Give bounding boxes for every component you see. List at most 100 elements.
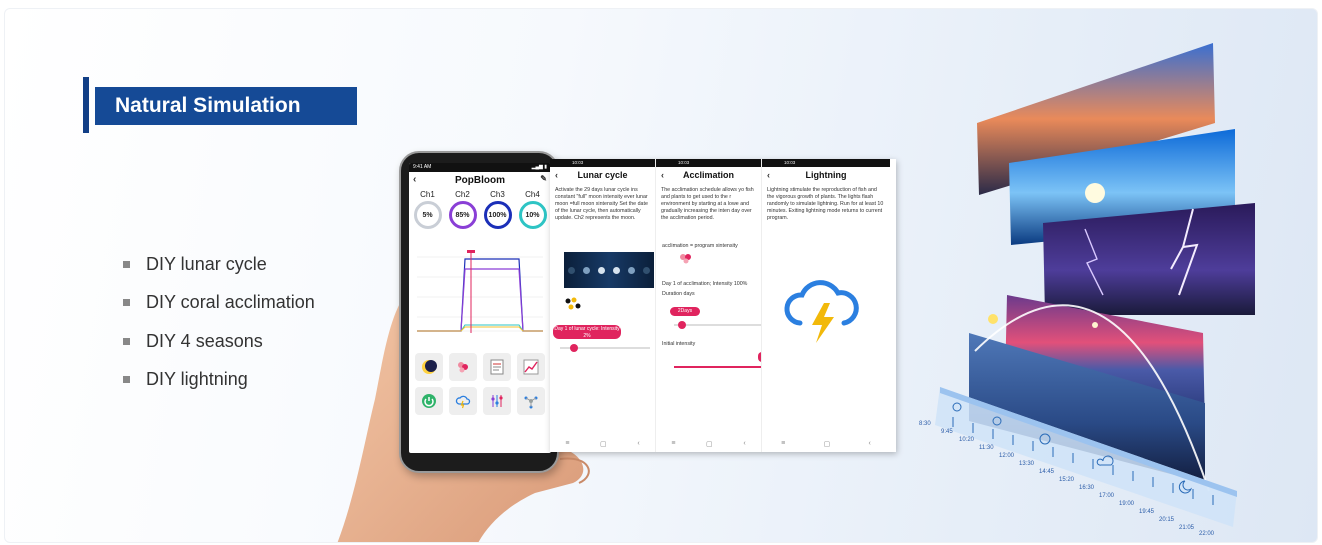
duration-slider-track[interactable] <box>674 324 761 326</box>
home-icon[interactable]: ▢ <box>600 440 607 448</box>
back-icon[interactable]: ‹ <box>661 167 664 183</box>
coral-icon <box>680 254 691 264</box>
time-label: 21:05 <box>1179 525 1195 531</box>
phone-screen: 9:41 AM ▂▄▆ ▮ ‹ PopBloom ✎ Ch1 5% Ch2 85… <box>409 163 551 453</box>
acclimation-screen: 10:03 ‹ Acclimation The acclimation sched… <box>656 159 762 452</box>
banner-card: Natural Simulation DIY lunar cycle DIY c… <box>4 8 1318 543</box>
back-icon[interactable]: ‹ <box>413 174 416 185</box>
status-time: 9:41 AM <box>413 164 432 170</box>
screen-header: ‹ Acclimation <box>656 167 761 183</box>
document-icon[interactable] <box>483 353 511 381</box>
time-label: 11:30 <box>979 445 994 451</box>
initial-intensity-slider[interactable] <box>674 366 761 368</box>
menu-icon[interactable]: ≡ <box>565 440 569 448</box>
lunar-cycle-screen: 10:03 ‹ Lunar cycle Activate the 29 days … <box>550 159 656 452</box>
channel-value: 5% <box>422 211 433 219</box>
home-icon[interactable]: ▢ <box>824 440 831 448</box>
function-icons <box>415 353 545 415</box>
cloud-lightning-icon <box>784 280 859 343</box>
feature-item: DIY lightning <box>123 361 315 400</box>
back-nav-icon[interactable]: ‹ <box>637 440 639 448</box>
feature-screens: 10:03 ‹ Lunar cycle Activate the 29 days … <box>550 159 896 452</box>
sliders-icon[interactable] <box>483 387 511 415</box>
back-nav-icon[interactable]: ‹ <box>743 440 745 448</box>
screen-description: Activate the 29 days lunar cycle ins con… <box>555 187 648 221</box>
duration-pill: 2Days <box>670 307 700 316</box>
back-icon[interactable]: ‹ <box>555 167 558 183</box>
schedule-chart[interactable] <box>413 247 547 337</box>
channel-ch4[interactable]: Ch4 10% <box>516 190 550 229</box>
cloud-lightning-icon[interactable] <box>449 387 477 415</box>
time-label: 22:00 <box>1199 531 1215 537</box>
screen-header: ‹ Lightning <box>762 167 890 183</box>
power-icon[interactable] <box>415 387 443 415</box>
phone-device: 9:41 AM ▂▄▆ ▮ ‹ PopBloom ✎ Ch1 5% Ch2 85… <box>399 151 559 473</box>
channel-dial[interactable]: 10% <box>518 201 547 229</box>
time-label: 16:30 <box>1079 485 1095 491</box>
status-time: 10:03 <box>550 159 655 167</box>
home-icon[interactable]: ▢ <box>706 440 713 448</box>
moon-dots-icon <box>565 297 581 310</box>
duration-label: Duration days <box>662 291 695 297</box>
edit-icon[interactable]: ✎ <box>540 174 547 183</box>
bullet-square-icon <box>123 299 130 307</box>
feature-item: DIY coral acclimation <box>123 284 315 323</box>
feature-label: DIY coral acclimation <box>146 292 315 313</box>
lunar-slider-knob[interactable] <box>570 344 578 352</box>
screen-description: The acclimation schedule allows yo fish … <box>661 187 754 221</box>
screen-description: Lightning stimulate the reproduction of … <box>767 187 884 221</box>
back-icon[interactable]: ‹ <box>767 167 770 183</box>
screen-header: ‹ Lunar cycle <box>550 167 655 183</box>
chart-icon[interactable] <box>517 353 545 381</box>
channel-row: Ch1 5% Ch2 85% Ch3 100% Ch4 10% <box>409 190 551 229</box>
channel-label: Ch4 <box>525 190 540 199</box>
page-title: Natural Simulation <box>95 87 357 125</box>
app-header: ‹ PopBloom ✎ <box>409 172 551 188</box>
menu-icon[interactable]: ≡ <box>781 440 785 448</box>
feature-item: DIY 4 seasons <box>123 322 315 361</box>
time-label: 17:00 <box>1099 493 1115 499</box>
status-time: 10:03 <box>656 159 761 167</box>
screen-title: Lunar cycle <box>577 170 628 180</box>
channel-ch2[interactable]: Ch2 85% <box>446 190 480 229</box>
channel-value: 85% <box>455 211 470 219</box>
feature-label: DIY lightning <box>146 369 248 390</box>
acclimation-day-label: Day 1 of acclimation; Intensity 100% <box>662 281 748 287</box>
feature-label: DIY 4 seasons <box>146 330 263 351</box>
time-label: 15:20 <box>1059 477 1075 483</box>
time-label: 19:00 <box>1119 501 1135 507</box>
moon-phases-image <box>564 252 654 288</box>
time-label: 10:20 <box>959 437 975 443</box>
channel-label: Ch1 <box>420 190 435 199</box>
channel-dial[interactable]: 5% <box>413 201 442 229</box>
app-title: PopBloom <box>455 174 505 186</box>
bullet-square-icon <box>123 337 130 345</box>
channel-dial[interactable]: 85% <box>448 201 477 229</box>
duration-slider-knob[interactable] <box>678 321 686 329</box>
time-label: 12:00 <box>999 453 1015 459</box>
lightning-screen: 10:03 ‹ Lightning Lightning stimulate the… <box>762 159 890 452</box>
channel-ch3[interactable]: Ch3 100% <box>481 190 515 229</box>
back-nav-icon[interactable]: ‹ <box>869 440 871 448</box>
heading-accent-bar <box>83 77 89 133</box>
status-time: 10:03 <box>762 159 890 167</box>
time-label: 13:30 <box>1019 461 1035 467</box>
feature-item: DIY lunar cycle <box>123 245 315 284</box>
android-navbar: ≡ ▢ ‹ <box>550 440 655 448</box>
channel-dial[interactable]: 100% <box>483 201 512 229</box>
screen-title: Acclimation <box>682 170 734 180</box>
android-navbar: ≡ ▢ ‹ <box>656 440 761 448</box>
moon-icon[interactable] <box>415 353 443 381</box>
lunar-day-pill: Day 1 of lunar cycle: Intensity 2% <box>553 325 621 339</box>
menu-icon[interactable]: ≡ <box>671 440 675 448</box>
bullet-square-icon <box>123 260 130 268</box>
feature-list: DIY lunar cycle DIY coral acclimation DI… <box>123 245 315 399</box>
screen-title: Lightning <box>805 170 847 180</box>
network-icon[interactable] <box>517 387 545 415</box>
bullet-square-icon <box>123 376 130 384</box>
channel-value: 100% <box>488 211 507 219</box>
coral-icon[interactable] <box>449 353 477 381</box>
time-scale: 8:30 9:45 10:20 11:30 12:00 13:30 14:45 … <box>919 387 1237 537</box>
acclimation-formula: acclimation = program xintensity <box>662 243 738 249</box>
channel-ch1[interactable]: Ch1 5% <box>411 190 445 229</box>
